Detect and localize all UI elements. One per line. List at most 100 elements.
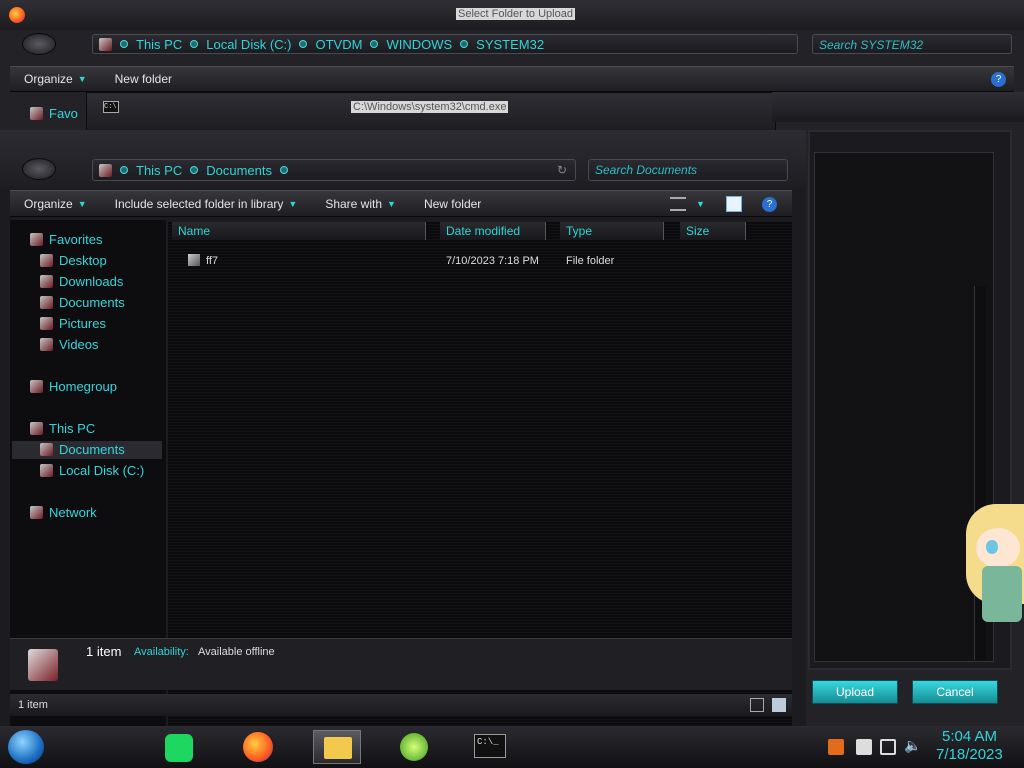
nav-label: Pictures [59,316,106,331]
front-nav-orb[interactable] [22,158,56,180]
view-dropdown-icon[interactable]: ▼ [696,199,705,209]
front-address-bar[interactable]: This PC Documents ↻ [92,159,576,181]
details-view-icon[interactable] [750,698,764,712]
clock-date[interactable]: 7/18/2023 [936,746,1003,763]
breadcrumb-local-disk[interactable]: Local Disk (C:) [206,37,291,52]
cmd-icon: C:\ [103,101,119,113]
help-icon[interactable]: ? [762,197,777,212]
nav-label: This PC [49,421,96,436]
new-folder-button[interactable]: New folder [410,197,495,211]
front-search-input[interactable]: Search Documents [588,159,788,181]
nav-pc-documents[interactable]: Documents [40,442,125,457]
nav-label: Documents [59,295,125,310]
nav-documents[interactable]: Documents [40,295,125,310]
tray-flag-icon[interactable] [828,739,844,755]
upload-button[interactable]: Upload [812,680,898,704]
help-icon[interactable]: ? [991,72,1006,87]
start-button[interactable] [8,730,44,764]
breadcrumb-windows[interactable]: WINDOWS [386,37,452,52]
nav-label: Network [49,505,97,520]
pictures-icon [40,317,53,330]
breadcrumb-this-pc[interactable]: This PC [136,37,182,52]
column-name[interactable]: Name [172,222,426,240]
taskbar-cmd-icon[interactable]: C:\_ [474,734,506,758]
back-search-input[interactable]: Search SYSTEM32 [812,34,1012,54]
status-bar: 1 item [10,694,792,716]
breadcrumb-documents[interactable]: Documents [206,163,272,178]
nav-label: Downloads [59,274,124,289]
preview-pane-icon[interactable] [726,196,742,212]
tiles-view-icon[interactable] [772,698,786,712]
nav-this-pc[interactable]: This PC [30,421,95,436]
column-size-label: Size [686,224,710,238]
cancel-button[interactable]: Cancel [912,680,998,704]
share-label: Share with [325,196,383,211]
file-date: 7/10/2023 7:18 PM [446,255,539,267]
include-label: Include selected folder in library [114,196,284,211]
taskbar: C:\_ 🔈 5:04 AM 7/18/2023 [0,726,1024,768]
view-options-icon[interactable] [670,197,686,211]
column-date-label: Date modified [446,224,521,238]
nav-label: Documents [59,442,125,457]
homegroup-icon [30,380,43,393]
taskbar-explorer-icon[interactable] [313,730,361,764]
character-face [976,528,1020,568]
include-library-button[interactable]: Include selected folder in library ▼ [101,197,312,211]
nav-favorites[interactable]: Favorites [30,232,102,247]
back-new-folder-button[interactable]: New folder [101,72,186,86]
documents-icon [40,296,53,309]
back-organize-button[interactable]: Organize ▼ [10,72,101,86]
column-size[interactable]: Size [680,222,746,240]
firefox-icon[interactable] [9,7,25,23]
details-count: 1 item [86,644,122,659]
refresh-icon[interactable]: ↻ [557,163,567,177]
nav-local-disk[interactable]: Local Disk (C:) [40,463,144,478]
downloads-icon [40,275,53,288]
share-with-button[interactable]: Share with ▼ [311,197,410,211]
breadcrumb-system32[interactable]: SYSTEM32 [476,37,544,52]
breadcrumb-this-pc[interactable]: This PC [136,163,182,178]
nav-videos[interactable]: Videos [40,337,99,352]
organize-label: Organize [24,72,73,86]
breadcrumb-otvdm[interactable]: OTVDM [315,37,362,52]
character-sticker [966,504,1024,622]
organize-button[interactable]: Organize ▼ [10,197,101,211]
pc-icon [30,422,43,435]
pc-icon [99,163,112,177]
nav-label: Desktop [59,253,107,268]
availability-value: Available offline [198,646,275,658]
nav-label: Homegroup [49,379,117,394]
clock-time[interactable]: 5:04 AM [942,728,997,745]
star-icon [30,107,43,120]
tray-volume-icon[interactable]: 🔈 [904,737,921,754]
back-nav-pane: Favo [10,94,90,124]
front-toolbar: Organize ▼ Include selected folder in lib… [10,190,792,217]
cmd-right-decor [772,92,1024,122]
nav-downloads[interactable]: Downloads [40,274,123,289]
pc-icon [99,37,112,51]
taskbar-lime-icon[interactable] [400,733,428,761]
back-nav-orb[interactable] [22,33,56,55]
tray-action-center-icon[interactable] [856,739,872,755]
tray-network-icon[interactable] [880,739,896,755]
back-nav-favorites[interactable]: Favo [30,106,78,121]
nav-desktop[interactable]: Desktop [40,253,107,268]
videos-icon [40,338,53,351]
back-address-bar[interactable]: This PC Local Disk (C:) OTVDM WINDOWS SY… [92,34,798,54]
desktop-icon [40,254,53,267]
file-type: File folder [566,255,615,267]
nav-pictures[interactable]: Pictures [40,316,106,331]
nav-homegroup[interactable]: Homegroup [30,379,117,394]
taskbar-firefox-icon[interactable] [243,732,273,762]
organize-label: Organize [24,196,73,211]
column-date[interactable]: Date modified [440,222,546,240]
nav-label: Local Disk (C:) [59,463,145,478]
nav-label: Videos [59,337,99,352]
folder-icon [188,254,200,266]
column-type[interactable]: Type [560,222,664,240]
availability-label: Availability: [134,646,189,658]
nav-network[interactable]: Network [30,505,97,520]
taskbar-spotify-icon[interactable] [165,734,193,762]
table-row[interactable]: ff7 7/10/2023 7:18 PM File folder [168,252,788,270]
network-icon [30,506,43,519]
